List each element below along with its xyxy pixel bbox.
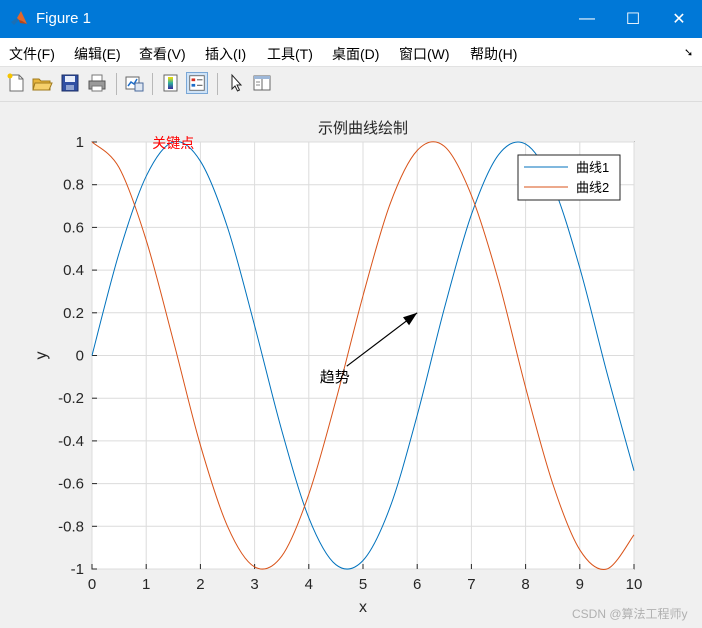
y-tick-label: -1 <box>71 561 84 578</box>
annotation-key-point: 关键点 <box>152 136 194 152</box>
x-tick-label: 8 <box>521 576 529 593</box>
toolbar <box>0 67 702 102</box>
x-tick-label: 5 <box>359 576 367 593</box>
y-tick-label: 0.2 <box>63 305 84 322</box>
new-figure-icon[interactable] <box>5 72 27 94</box>
minimize-button[interactable]: — <box>564 0 610 38</box>
legend-label-series1: 曲线1 <box>576 160 609 175</box>
menu-edit[interactable]: 编辑(E) <box>74 44 121 64</box>
insert-legend-icon[interactable] <box>186 72 208 94</box>
y-tick-label: -0.2 <box>58 390 84 407</box>
chart-title: 示例曲线绘制 <box>318 119 408 137</box>
x-tick-label: 10 <box>626 576 643 593</box>
x-tick-label: 0 <box>88 576 96 593</box>
line-chart: 0 1 2 3 4 5 6 7 8 9 10 -1 -0.8 -0.6 -0.4 -0.2 0 0.2 0.4 0.… <box>33 119 643 616</box>
figure-canvas: 0 1 2 3 4 5 6 7 8 9 10 -1 -0.8 -0.6 -0.4 -0.2 0 0.2 0.4 0.… <box>0 102 702 628</box>
save-icon[interactable] <box>59 72 81 94</box>
toolbar-separator <box>217 73 218 95</box>
x-tick-label: 2 <box>196 576 204 593</box>
menu-file[interactable]: 文件(F) <box>9 44 55 64</box>
x-tick-label: 6 <box>413 576 421 593</box>
toolbar-separator <box>152 73 153 95</box>
open-file-icon[interactable] <box>31 72 53 94</box>
watermark: CSDN @算法工程师y <box>572 607 688 621</box>
maximize-button[interactable]: ☐ <box>610 0 656 38</box>
print-icon[interactable] <box>86 72 108 94</box>
property-editor-icon[interactable] <box>251 72 273 94</box>
y-tick-label: -0.8 <box>58 518 84 535</box>
link-plot-icon[interactable] <box>123 72 145 94</box>
legend-label-series2: 曲线2 <box>576 180 609 195</box>
title-bar: Figure 1 — ☐ ✕ <box>0 0 702 38</box>
menu-tools[interactable]: 工具(T) <box>267 44 313 64</box>
y-axis-label: y <box>33 352 50 360</box>
y-tick-label: 1 <box>76 134 84 151</box>
insert-colorbar-icon[interactable] <box>160 72 182 94</box>
menu-bar: 文件(F) 编辑(E) 查看(V) 插入(I) 工具(T) 桌面(D) 窗口(W… <box>0 38 702 67</box>
y-ticks: -1 -0.8 -0.6 -0.4 -0.2 0 0.2 0.4 0.6 0.8 1 <box>58 134 97 578</box>
menu-desktop[interactable]: 桌面(D) <box>332 44 379 64</box>
y-tick-label: -0.4 <box>58 433 84 450</box>
pointer-icon[interactable] <box>225 72 247 94</box>
x-tick-label: 9 <box>576 576 584 593</box>
menu-insert[interactable]: 插入(I) <box>205 44 246 64</box>
y-tick-label: 0.6 <box>63 219 84 236</box>
menu-help[interactable]: 帮助(H) <box>470 44 517 64</box>
window-title: Figure 1 <box>36 10 92 27</box>
x-tick-label: 4 <box>305 576 313 593</box>
toolbar-separator <box>116 73 117 95</box>
y-tick-label: -0.6 <box>58 476 84 493</box>
y-tick-label: 0.4 <box>63 262 84 279</box>
close-button[interactable]: ✕ <box>656 0 702 38</box>
x-tick-label: 1 <box>142 576 150 593</box>
menu-overflow-icon[interactable]: ➘ <box>684 46 693 59</box>
annotation-trend: 趋势 <box>320 368 350 386</box>
x-tick-label: 3 <box>250 576 258 593</box>
y-tick-label: 0 <box>76 348 84 365</box>
x-axis-label: x <box>359 599 367 616</box>
y-tick-label: 0.8 <box>63 177 84 194</box>
legend[interactable]: 曲线1 曲线2 <box>517 154 621 201</box>
menu-view[interactable]: 查看(V) <box>139 44 186 64</box>
menu-window[interactable]: 窗口(W) <box>399 44 450 64</box>
matlab-logo-icon <box>11 11 27 25</box>
x-tick-label: 7 <box>467 576 475 593</box>
